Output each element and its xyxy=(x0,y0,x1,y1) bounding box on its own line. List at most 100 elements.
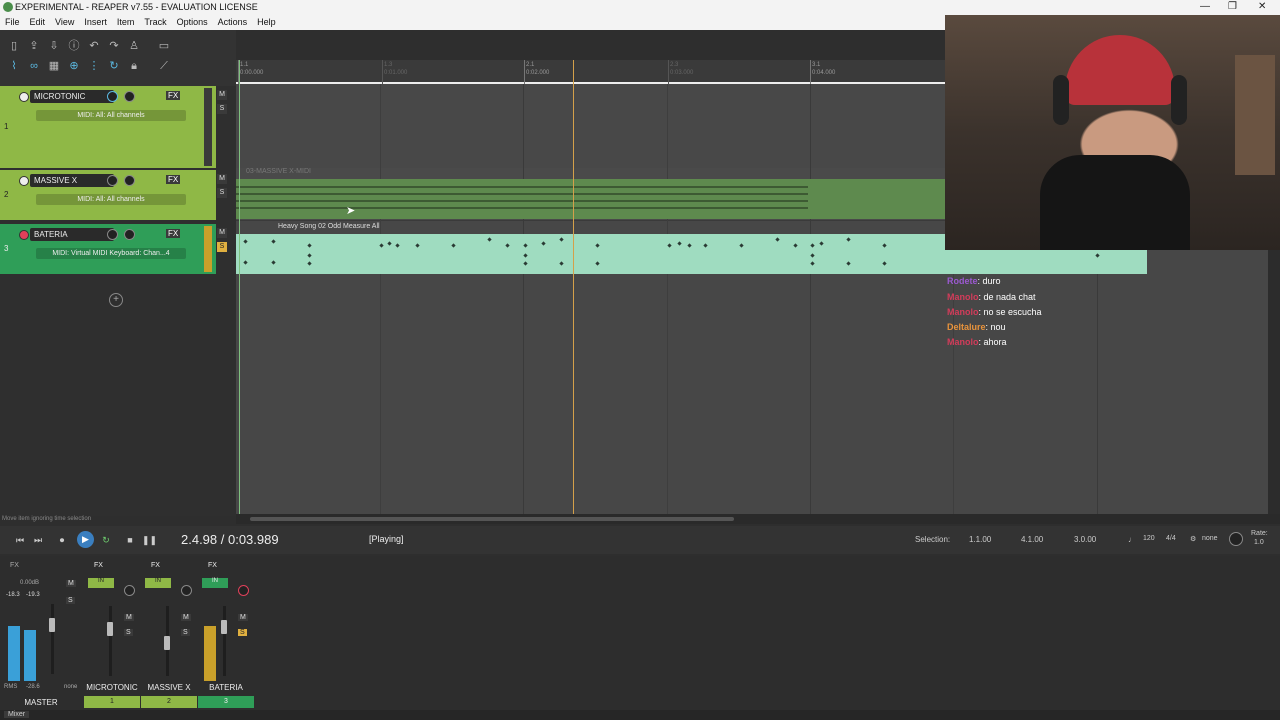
menu-track[interactable]: Track xyxy=(139,15,171,27)
mixer-tab[interactable]: Mixer xyxy=(4,711,30,718)
save-project-icon[interactable]: ⇩ xyxy=(47,39,61,53)
grid-lines-icon[interactable]: ⋮ xyxy=(87,59,101,73)
loop-icon[interactable]: ↻ xyxy=(107,59,121,73)
menu-item[interactable]: Item xyxy=(112,15,140,27)
track-midi-input[interactable]: MIDI: All: All channels xyxy=(36,194,186,205)
volume-knob[interactable] xyxy=(107,91,118,102)
menu-insert[interactable]: Insert xyxy=(79,15,112,27)
solo-button[interactable]: S xyxy=(217,242,227,252)
go-to-start-icon[interactable]: ⏮ xyxy=(14,534,26,546)
strip-mute-button[interactable]: M xyxy=(124,614,134,621)
record-arm-icon[interactable] xyxy=(19,92,29,102)
master-fx-button[interactable]: FX xyxy=(10,562,19,569)
stop-icon[interactable]: ■ xyxy=(124,534,136,546)
track-fx-button[interactable]: FX xyxy=(166,91,181,100)
menu-file[interactable]: File xyxy=(0,15,25,27)
selection-length[interactable]: 3.0.00 xyxy=(1074,535,1096,544)
volume-knob[interactable] xyxy=(107,229,118,240)
strip-fx-button[interactable]: FX xyxy=(208,562,217,569)
strip-fx-button[interactable]: FX xyxy=(94,562,103,569)
strip-record-arm-icon[interactable] xyxy=(238,585,249,596)
project-settings-icon[interactable]: ⓘ xyxy=(67,39,81,53)
mixer-strip-bateria[interactable]: FX IN M S BATERIA 3 xyxy=(198,556,254,710)
timeline-ruler[interactable]: 1.1 0:00.000 1.3 0:01.000 2.1 0:02.000 2… xyxy=(236,60,945,84)
strip-solo-button[interactable]: S xyxy=(238,629,247,636)
strip-fx-button[interactable]: FX xyxy=(151,562,160,569)
open-project-icon[interactable]: ⇪ xyxy=(27,39,41,53)
record-icon[interactable]: ⏺ xyxy=(56,534,68,546)
redo-icon[interactable]: ↷ xyxy=(107,39,121,53)
mute-button[interactable]: M xyxy=(217,90,227,100)
selection-start[interactable]: 1.1.00 xyxy=(969,535,991,544)
track-massive-x[interactable]: 2 MASSIVE X FX MIDI: All: All channels xyxy=(0,170,216,220)
mixer-strip-microtonic[interactable]: FX IN M S MICROTONIC 1 xyxy=(84,556,140,710)
record-arm-icon[interactable] xyxy=(19,176,29,186)
undo-icon[interactable]: ↶ xyxy=(87,39,101,53)
master-mute-button[interactable]: M xyxy=(66,580,76,587)
minimize-button[interactable]: — xyxy=(1200,1,1210,12)
master-fader[interactable] xyxy=(49,618,55,632)
link-icon[interactable]: ∞ xyxy=(27,59,41,73)
master-route[interactable]: none xyxy=(64,684,77,690)
grid-icon[interactable]: ▦ xyxy=(47,59,61,73)
pan-knob[interactable] xyxy=(124,175,135,186)
close-button[interactable]: ✕ xyxy=(1258,1,1266,12)
strip-input[interactable]: IN xyxy=(88,578,114,588)
envelope-icon[interactable]: ⟋ xyxy=(157,59,171,73)
track-midi-input[interactable]: MIDI: All: All channels xyxy=(36,110,186,121)
go-to-end-icon[interactable]: ⏭ xyxy=(32,534,44,546)
menu-actions[interactable]: Actions xyxy=(213,15,253,27)
track-midi-input[interactable]: MIDI: Virtual MIDI Keyboard: Chan...4 xyxy=(36,248,186,259)
rate-knob[interactable] xyxy=(1229,532,1243,546)
solo-button[interactable]: S xyxy=(217,188,227,198)
strip-input[interactable]: IN xyxy=(202,578,228,588)
lock-icon[interactable]: 🔒︎ xyxy=(127,59,141,73)
menu-view[interactable]: View xyxy=(50,15,79,27)
strip-mute-button[interactable]: M xyxy=(238,614,248,621)
maximize-button[interactable]: ❐ xyxy=(1228,1,1237,12)
record-arm-icon[interactable] xyxy=(19,230,29,240)
selection-end[interactable]: 4.1.00 xyxy=(1021,535,1043,544)
track-fx-button[interactable]: FX xyxy=(166,175,181,184)
snap-icon[interactable]: ⊕ xyxy=(67,59,81,73)
play-icon[interactable]: ▶ xyxy=(77,531,94,548)
track-name[interactable]: BATERIA xyxy=(30,228,114,241)
track-name[interactable]: MASSIVE X xyxy=(30,174,114,187)
track-fx-button[interactable]: FX xyxy=(166,229,181,238)
rate-value[interactable]: 1.0 xyxy=(1254,539,1264,546)
pan-knob[interactable] xyxy=(124,229,135,240)
sync-mode[interactable]: none xyxy=(1202,535,1218,542)
solo-button[interactable]: S xyxy=(217,104,227,114)
new-project-icon[interactable]: ▯ xyxy=(7,39,21,53)
horizontal-scrollbar[interactable] xyxy=(236,514,1280,524)
menu-help[interactable]: Help xyxy=(252,15,281,27)
track-bateria[interactable]: 3 BATERIA FX MIDI: Virtual MIDI Keyboard… xyxy=(0,224,216,274)
pause-icon[interactable]: ❚❚ xyxy=(142,534,157,546)
ripple-edit-icon[interactable]: ⌇ xyxy=(7,59,21,73)
toolbar-extra-icon[interactable]: ▭ xyxy=(157,39,171,53)
mute-button[interactable]: M xyxy=(217,228,227,238)
volume-knob[interactable] xyxy=(107,175,118,186)
menu-edit[interactable]: Edit xyxy=(25,15,51,27)
bpm[interactable]: 120 xyxy=(1143,535,1155,542)
strip-input[interactable]: IN xyxy=(145,578,171,588)
mute-button[interactable]: M xyxy=(217,174,227,184)
master-solo-button[interactable]: S xyxy=(66,597,75,604)
time-signature[interactable]: 4/4 xyxy=(1166,535,1176,542)
strip-pan-knob[interactable] xyxy=(181,585,192,596)
strip-fader[interactable] xyxy=(107,622,113,636)
track-lane-microtonic[interactable] xyxy=(236,84,945,169)
menu-options[interactable]: Options xyxy=(172,15,213,27)
strip-pan-knob[interactable] xyxy=(124,585,135,596)
strip-solo-button[interactable]: S xyxy=(124,629,133,636)
track-name[interactable]: MICROTONIC xyxy=(30,90,114,103)
midi-item-massive-x[interactable] xyxy=(236,179,945,219)
add-track-button[interactable]: + xyxy=(109,293,123,307)
strip-fader[interactable] xyxy=(164,636,170,650)
time-position[interactable]: 2.4.98 / 0:03.989 xyxy=(181,532,279,547)
mixer-strip-massive-x[interactable]: FX IN M S MASSIVE X 2 xyxy=(141,556,197,710)
repeat-icon[interactable]: ↻ xyxy=(100,534,112,546)
strip-solo-button[interactable]: S xyxy=(181,629,190,636)
horizontal-scroll-thumb[interactable] xyxy=(250,517,734,521)
pan-knob[interactable] xyxy=(124,91,135,102)
